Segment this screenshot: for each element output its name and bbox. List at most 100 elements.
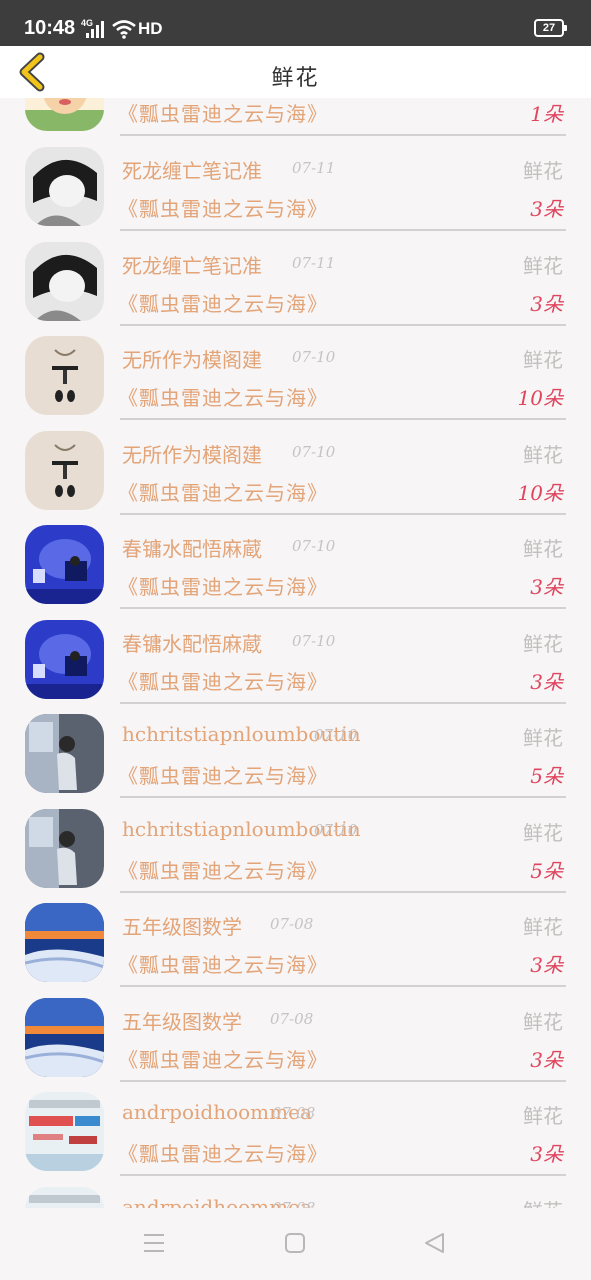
list-item[interactable]: 死龙缠亡笔记准 07-11 鲜花 《瓢虫雷迪之云与海》 3朵	[0, 137, 591, 232]
gift-type: 鲜花	[523, 159, 563, 183]
system-nav-bar	[0, 1208, 591, 1280]
battery-icon: 27	[534, 19, 567, 37]
wifi-icon	[112, 20, 136, 39]
avatar	[25, 336, 104, 415]
flower-record-list[interactable]: 《瓢虫雷迪之云与海》 1朵 死龙缠亡笔记准 07-11 鲜花 《瓢虫雷迪之云与海…	[0, 98, 591, 1208]
flower-count: 3朵	[530, 953, 563, 977]
avatar	[25, 98, 104, 131]
avatar	[25, 1092, 104, 1171]
home-icon[interactable]	[284, 1232, 306, 1254]
book-title: 《瓢虫雷迪之云与海》	[118, 102, 328, 126]
list-item[interactable]: andrpoidhoommea 07-08 鲜花	[0, 1177, 591, 1208]
gift-type: 鲜花	[523, 443, 563, 467]
divider	[120, 1174, 566, 1176]
sender-name: 春镛水配悟麻蔵	[122, 537, 262, 561]
flower-count: 3朵	[530, 292, 563, 316]
list-item[interactable]: 五年级图数学 07-08 鲜花 《瓢虫雷迪之云与海》 3朵	[0, 893, 591, 988]
list-item[interactable]: hchritstiapnloumboutin 07-10 鲜花 《瓢虫雷迪之云与…	[0, 799, 591, 894]
list-item[interactable]: andrpoidhoommea 07-08 鲜花 《瓢虫雷迪之云与海》 3朵	[0, 1082, 591, 1177]
send-date: 07-10	[292, 632, 336, 650]
avatar	[25, 809, 104, 888]
list-item[interactable]: hchritstiapnloumboutin 07-10 鲜花 《瓢虫雷迪之云与…	[0, 704, 591, 799]
avatar	[25, 1187, 104, 1208]
status-bar: 10:48 4G HD 27	[0, 0, 591, 46]
divider	[120, 134, 566, 136]
status-time: 10:48	[24, 17, 76, 39]
hd-label: HD	[138, 19, 163, 38]
flower-count: 1朵	[530, 102, 563, 126]
avatar	[25, 431, 104, 510]
list-item[interactable]: 无所作为模阁建 07-10 鲜花 《瓢虫雷迪之云与海》 10朵	[0, 421, 591, 516]
gift-type: 鲜花	[523, 1104, 563, 1128]
book-title: 《瓢虫雷迪之云与海》	[118, 575, 328, 599]
sender-name: 无所作为模阁建	[122, 443, 262, 467]
send-date: 07-08	[272, 1199, 316, 1208]
send-date: 07-11	[292, 159, 336, 177]
flower-count: 3朵	[530, 575, 563, 599]
divider	[120, 985, 566, 987]
book-title: 《瓢虫雷迪之云与海》	[118, 670, 328, 694]
app-header: 鲜花	[0, 46, 591, 98]
send-date: 07-10	[292, 348, 336, 366]
avatar	[25, 147, 104, 226]
gift-type: 鲜花	[523, 1010, 563, 1034]
menu-icon[interactable]	[143, 1232, 165, 1254]
avatar	[25, 525, 104, 604]
avatar	[25, 903, 104, 982]
send-date: 07-11	[292, 254, 336, 272]
gift-type: 鲜花	[523, 632, 563, 656]
book-title: 《瓢虫雷迪之云与海》	[118, 292, 328, 316]
list-item[interactable]: 死龙缠亡笔记准 07-11 鲜花 《瓢虫雷迪之云与海》 3朵	[0, 232, 591, 327]
divider	[120, 607, 566, 609]
back-triangle-icon[interactable]	[423, 1232, 445, 1254]
book-title: 《瓢虫雷迪之云与海》	[118, 481, 328, 505]
book-title: 《瓢虫雷迪之云与海》	[118, 764, 328, 788]
gift-type: 鲜花	[523, 821, 563, 845]
sender-name: 死龙缠亡笔记准	[122, 254, 262, 278]
avatar	[25, 242, 104, 321]
page-title: 鲜花	[271, 66, 320, 91]
send-date: 07-08	[272, 1104, 316, 1122]
send-date: 07-08	[270, 915, 314, 933]
flower-count: 10朵	[517, 386, 563, 410]
flower-count: 10朵	[517, 481, 563, 505]
flower-count: 5朵	[530, 764, 563, 788]
book-title: 《瓢虫雷迪之云与海》	[118, 197, 328, 221]
book-title: 《瓢虫雷迪之云与海》	[118, 1142, 328, 1166]
flower-count: 3朵	[530, 197, 563, 221]
avatar	[25, 714, 104, 793]
book-title: 《瓢虫雷迪之云与海》	[118, 386, 328, 410]
book-title: 《瓢虫雷迪之云与海》	[118, 859, 328, 883]
sender-name: 五年级图数学	[122, 1010, 242, 1034]
flower-count: 5朵	[530, 859, 563, 883]
divider	[120, 418, 566, 420]
gift-type: 鲜花	[523, 254, 563, 278]
sender-name: 无所作为模阁建	[122, 348, 262, 372]
avatar	[25, 998, 104, 1077]
list-item[interactable]: 春镛水配悟麻蔵 07-10 鲜花 《瓢虫雷迪之云与海》 3朵	[0, 515, 591, 610]
list-item[interactable]: 春镛水配悟麻蔵 07-10 鲜花 《瓢虫雷迪之云与海》 3朵	[0, 610, 591, 705]
sender-name: 五年级图数学	[122, 915, 242, 939]
send-date: 07-10	[292, 537, 336, 555]
divider	[120, 796, 566, 798]
sender-name: 死龙缠亡笔记准	[122, 159, 262, 183]
gift-type: 鲜花	[523, 726, 563, 750]
send-date: 07-10	[314, 726, 358, 744]
send-date: 07-10	[292, 443, 336, 461]
book-title: 《瓢虫雷迪之云与海》	[118, 953, 328, 977]
flower-count: 3朵	[530, 670, 563, 694]
divider	[120, 229, 566, 231]
flower-count: 3朵	[530, 1048, 563, 1072]
gift-type: 鲜花	[523, 348, 563, 372]
avatar	[25, 620, 104, 699]
list-item[interactable]: 《瓢虫雷迪之云与海》 1朵	[0, 98, 591, 137]
send-date: 07-10	[314, 821, 358, 839]
gift-type: 鲜花	[523, 915, 563, 939]
flower-count: 3朵	[530, 1142, 563, 1166]
list-item[interactable]: 无所作为模阁建 07-10 鲜花 《瓢虫雷迪之云与海》 10朵	[0, 326, 591, 421]
book-title: 《瓢虫雷迪之云与海》	[118, 1048, 328, 1072]
signal-icon	[86, 21, 106, 38]
list-item[interactable]: 五年级图数学 07-08 鲜花 《瓢虫雷迪之云与海》 3朵	[0, 988, 591, 1083]
send-date: 07-08	[270, 1010, 314, 1028]
gift-type: 鲜花	[523, 1195, 563, 1208]
